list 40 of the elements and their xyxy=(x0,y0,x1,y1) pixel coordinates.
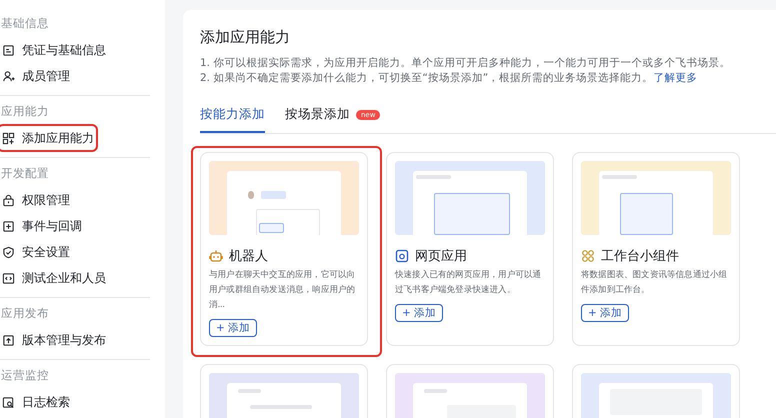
sidebar-item[interactable]: 版本管理与发布 xyxy=(0,327,106,353)
card-icon xyxy=(2,44,15,56)
card-title: 工作台小组件 xyxy=(601,248,679,265)
page-title: 添加应用能力 xyxy=(200,28,291,47)
sidebar-section-title: 运营监控 xyxy=(0,367,50,384)
sidebar-section-title: 应用能力 xyxy=(0,103,50,120)
card-description: 与用户在聊天中交互的应用，它可以向用户或群组自动发送消息，响应用户的消... xyxy=(209,268,356,312)
card-description: 快速接入已有的网页应用，用户可以通过飞书客户端免登录快速进入。 xyxy=(395,268,542,297)
instruction-text: 1. 你可以根据实际需求，为应用开启能力。单个应用可开启多种能力，一个能力可用于一个或多个飞书场景。 xyxy=(200,56,732,71)
upload-icon xyxy=(2,334,15,346)
sidebar-item[interactable]: 凭证与基础信息 xyxy=(0,37,106,63)
card-title: 网页应用 xyxy=(415,248,467,265)
card-description: 将数据图表、图文资讯等信息通过小组件添加到工作台。 xyxy=(581,269,728,297)
grid-icon xyxy=(2,132,15,144)
learn-more-link[interactable]: 了解更多 xyxy=(653,72,698,84)
sidebar-item[interactable]: 添加应用能力 xyxy=(0,125,94,151)
lock-icon xyxy=(2,194,15,206)
sidebar-section-title: 应用发布 xyxy=(0,305,50,322)
webpage-icon xyxy=(395,249,409,263)
tab[interactable]: 按能力添加 xyxy=(200,100,265,133)
card-title: 机器人 xyxy=(229,248,268,265)
person-icon xyxy=(2,70,15,82)
sidebar-item[interactable]: 事件与回调 xyxy=(0,213,82,239)
add-button[interactable]: + 添加 xyxy=(395,304,444,322)
add-button[interactable]: + 添加 xyxy=(581,304,630,322)
sidebar-item[interactable]: 安全设置 xyxy=(0,239,70,265)
sidebar-item[interactable]: 成员管理 xyxy=(0,63,70,89)
event-icon xyxy=(2,220,15,232)
sidebar-section-title: 基础信息 xyxy=(0,15,50,32)
sidebar-item[interactable]: 权限管理 xyxy=(0,187,70,213)
add-button[interactable]: + 添加 xyxy=(209,319,258,337)
log-icon xyxy=(2,396,15,408)
instruction-text: 2. 如果尚不确定需要添加什么能力，可切换至“按场景添加”，根据所需的业务场景选择能力。了解更多 xyxy=(200,71,698,86)
sidebar-section-title: 开发配置 xyxy=(0,165,50,182)
shield-icon xyxy=(2,246,15,258)
widget-icon xyxy=(581,249,595,263)
sidebar-item[interactable]: 测试企业和人员 xyxy=(0,265,106,291)
robot-icon xyxy=(209,249,223,263)
sidebar-item[interactable]: 日志检索 xyxy=(0,389,70,415)
code-icon xyxy=(2,272,15,284)
